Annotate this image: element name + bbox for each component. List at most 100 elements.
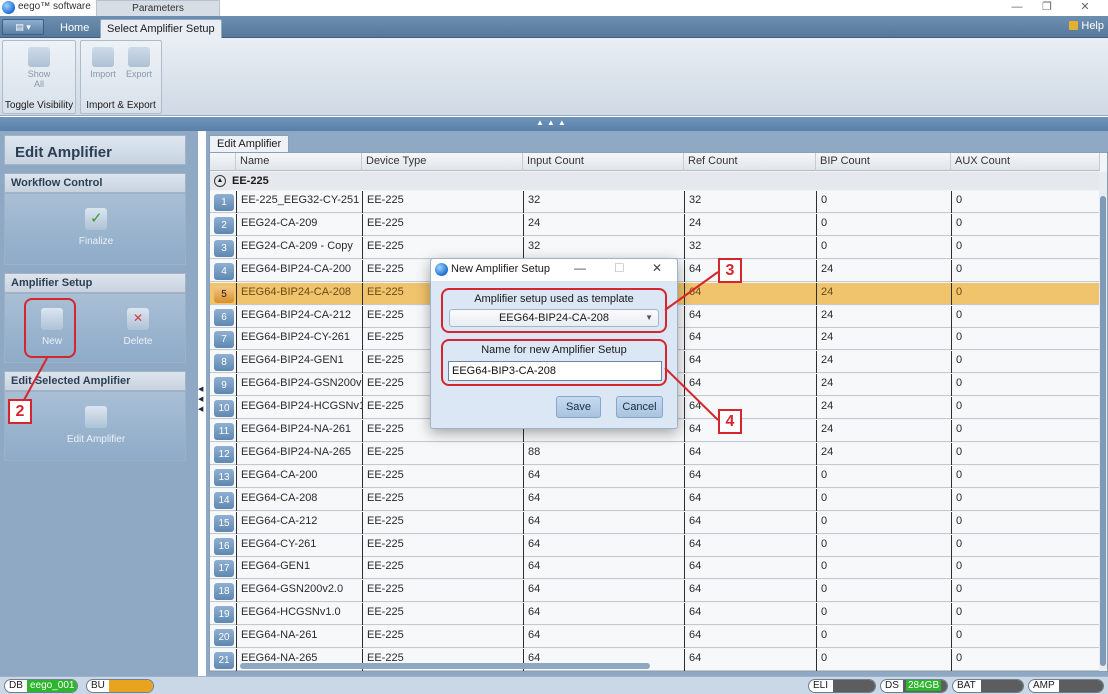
table-row[interactable]: 17 EEG64-GEN1 EE-225 64 64 0 0 — [210, 557, 1100, 580]
delete-icon — [127, 308, 149, 330]
horizontal-scrollbar[interactable] — [240, 663, 650, 669]
collapse-group-icon[interactable]: ▲ — [214, 175, 226, 187]
export-button[interactable]: Export — [123, 43, 155, 79]
table-row[interactable]: 14 EEG64-CA-208 EE-225 64 64 0 0 — [210, 488, 1100, 511]
column-header-ref-count[interactable]: Ref Count — [684, 153, 816, 171]
table-row[interactable]: 16 EEG64-CY-261 EE-225 64 64 0 0 — [210, 534, 1100, 557]
edit-amplifier-button[interactable]: Edit Amplifier — [51, 406, 141, 445]
callout-step-3: 3 — [718, 258, 742, 283]
tab-home[interactable]: Home — [54, 19, 95, 38]
edit-selected-amplifier-header: Edit Selected Amplifier — [4, 371, 186, 391]
table-row[interactable]: 19 EEG64-HCGSNv1.0 EE-225 64 64 0 0 — [210, 603, 1100, 626]
cell-name: EEG64-BIP24-GEN1 — [236, 351, 362, 374]
table-row[interactable]: 15 EEG64-CA-212 EE-225 64 64 0 0 — [210, 511, 1100, 534]
row-number: 11 — [214, 423, 234, 440]
cell-ref: 64 — [684, 649, 816, 671]
column-header-input-count[interactable]: Input Count — [523, 153, 684, 171]
workflow-control-header: Workflow Control — [4, 173, 186, 193]
cell-ref: 64 — [684, 282, 816, 305]
cell-name: EEG64-BIP24-NA-265 — [236, 442, 362, 465]
app-logo-icon — [435, 263, 448, 276]
cell-input: 32 — [523, 191, 684, 213]
cell-name: EEG64-CA-208 — [236, 488, 362, 511]
column-header-bip-count[interactable]: BIP Count — [816, 153, 951, 171]
close-window-button[interactable]: ✕ — [1070, 0, 1100, 16]
group-row-ee-225[interactable]: ▲ EE-225 — [210, 172, 1100, 190]
column-header-name[interactable]: Name — [236, 153, 362, 171]
status-ds-indicator: 284GB — [903, 680, 947, 692]
table-row[interactable]: 1 EE-225_EEG32-CY-251 EE-225 32 32 0 0 — [210, 191, 1100, 213]
highlight-new-button — [24, 298, 76, 358]
cell-bip: 0 — [816, 580, 951, 603]
table-row[interactable]: 3 EEG24-CA-209 - Copy EE-225 32 32 0 0 — [210, 236, 1100, 259]
help-icon — [1069, 21, 1079, 30]
save-button[interactable]: Save — [556, 396, 601, 418]
scrollbar-thumb[interactable] — [1100, 196, 1106, 666]
table-row[interactable]: 18 EEG64-GSN200v2.0 EE-225 64 64 0 0 — [210, 580, 1100, 603]
table-row[interactable]: 12 EEG64-BIP24-NA-265 EE-225 88 64 24 0 — [210, 442, 1100, 465]
application-menu-button[interactable]: ▤ ▾ — [2, 19, 44, 35]
cell-name: EEG24-CA-209 — [236, 213, 362, 236]
finalize-button[interactable]: Finalize — [71, 208, 121, 247]
cell-aux: 0 — [951, 557, 1100, 580]
dialog-title-bar: New Amplifier Setup — ☐ ✕ — [431, 259, 677, 281]
cell-aux: 0 — [951, 305, 1100, 328]
status-amp: AMP — [1028, 679, 1104, 693]
cell-bip: 24 — [816, 282, 951, 305]
status-db-value: eego_001 — [27, 680, 77, 692]
dialog-minimize-button[interactable]: — — [574, 261, 586, 275]
cell-bip: 0 — [816, 603, 951, 626]
ribbon-splitter[interactable]: ▲▲▲ — [0, 117, 1108, 131]
row-number: 15 — [214, 514, 234, 532]
row-number: 16 — [214, 537, 234, 555]
new-setup-name-input[interactable] — [448, 361, 662, 381]
row-number: 7 — [214, 331, 234, 349]
cell-type: EE-225 — [362, 580, 523, 603]
workflow-control-section: Finalize — [4, 193, 186, 265]
vertical-scrollbar[interactable] — [1099, 172, 1107, 671]
column-header-aux-count[interactable]: AUX Count — [951, 153, 1100, 171]
cancel-button[interactable]: Cancel — [616, 396, 663, 418]
minimize-window-button[interactable]: — — [1002, 0, 1032, 16]
app-name: eego™ software — [18, 1, 91, 12]
collapse-grip-icon: ▲▲▲ — [536, 118, 569, 127]
grid-header: Name Device Type Input Count Ref Count B… — [210, 153, 1100, 171]
tab-edit-amplifier[interactable]: Edit Amplifier — [209, 135, 290, 153]
cell-ref: 64 — [684, 511, 816, 534]
dialog-close-button[interactable]: ✕ — [652, 261, 662, 275]
delete-button[interactable]: Delete — [113, 308, 163, 347]
row-number: 9 — [214, 377, 234, 395]
ribbon-group-toggle-visibility: Show All Toggle Visibility — [2, 40, 76, 114]
cell-name: EEG64-BIP24-NA-261 — [236, 420, 362, 442]
cell-name: EEG64-HCGSNv1.0 — [236, 603, 362, 626]
cell-ref: 64 — [684, 603, 816, 626]
cell-bip: 24 — [816, 420, 951, 442]
status-bar: DB eego_001 BU ELI DS 284GB BAT AMP — [0, 676, 1108, 694]
import-button[interactable]: Import — [87, 43, 119, 79]
help-button[interactable]: Help — [1069, 20, 1104, 32]
cell-aux: 0 — [951, 442, 1100, 465]
table-row[interactable]: 2 EEG24-CA-209 EE-225 24 24 0 0 — [210, 213, 1100, 236]
table-row[interactable]: 13 EEG64-CA-200 EE-225 64 64 0 0 — [210, 465, 1100, 488]
cell-aux: 0 — [951, 580, 1100, 603]
template-dropdown[interactable]: EEG64-BIP24-CA-208 ▼ — [449, 309, 659, 327]
cell-bip: 0 — [816, 534, 951, 557]
cell-ref: 64 — [684, 374, 816, 397]
show-all-button[interactable]: Show All — [23, 43, 55, 89]
column-header-device-type[interactable]: Device Type — [362, 153, 523, 171]
callout-step-4: 4 — [718, 409, 742, 434]
cell-name: EEG64-CY-261 — [236, 534, 362, 557]
row-number: 12 — [214, 445, 234, 463]
row-number: 14 — [214, 491, 234, 509]
chevron-down-icon: ▼ — [645, 313, 653, 322]
ribbon-tab-bar: ▤ ▾ Home Select Amplifier Setup Help — [0, 16, 1108, 38]
cell-type: EE-225 — [362, 488, 523, 511]
collapse-left-panel-icon[interactable]: ◀ ◀ ◀ — [198, 385, 206, 415]
table-row[interactable]: 20 EEG64-NA-261 EE-225 64 64 0 0 — [210, 626, 1100, 649]
document-tab-parameters[interactable]: Parameters — [96, 0, 220, 16]
cell-bip: 24 — [816, 374, 951, 397]
cell-input: 64 — [523, 626, 684, 649]
restore-window-button[interactable]: ❐ — [1032, 0, 1062, 16]
cell-aux: 0 — [951, 374, 1100, 397]
tab-select-amplifier-setup[interactable]: Select Amplifier Setup — [100, 19, 222, 38]
